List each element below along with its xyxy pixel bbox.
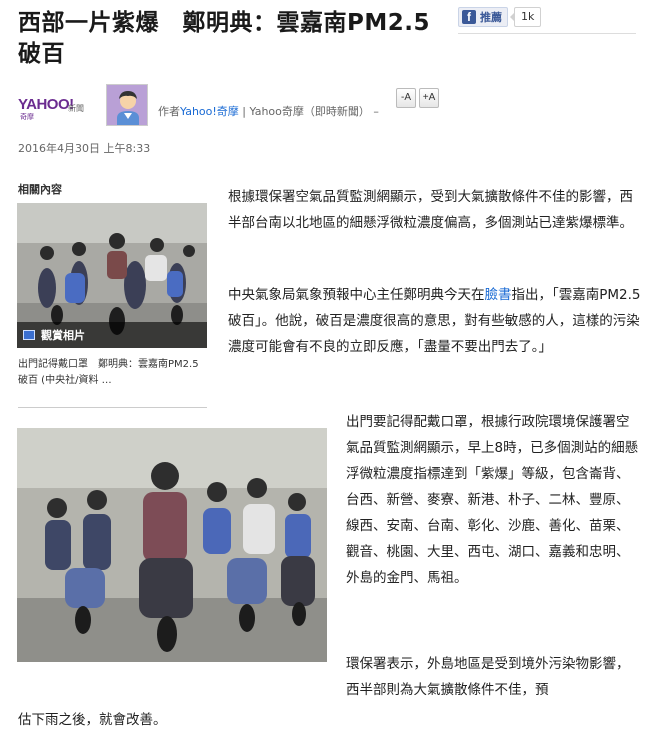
facebook-like-count: 1k [509, 7, 542, 27]
header-divider [458, 33, 636, 34]
facebook-like-widget: f 推薦 1k [458, 7, 542, 27]
yahoo-logo: YAHOO! [18, 96, 74, 113]
byline: YAHOO! 奇摩 新聞 作者Yahoo!奇摩 | Yahoo奇摩（即時新聞） … [18, 84, 638, 128]
article-paragraph-1: 根據環保署空氣品質監測網顯示，受到大氣擴散條件不佳的影響，西半部台南以北地區的細… [228, 189, 633, 231]
gallery-icon [23, 330, 35, 340]
facebook-like-label: 推薦 [480, 11, 502, 24]
related-photo[interactable]: 觀賞相片 [17, 203, 207, 348]
font-size-controls: -A +A [396, 88, 439, 108]
gallery-label: 觀賞相片 [41, 329, 85, 342]
related-heading: 相關內容 [18, 183, 62, 196]
publish-date: 2016年4月30日 上午8:33 [18, 142, 151, 155]
yahoo-news-label: 新聞 [68, 104, 84, 113]
facebook-icon: f [462, 10, 476, 24]
article-paragraph-3: 出門要記得配戴口罩，根據行政院環境保護署空氣品質監測網顯示，早上8時，已多個測站… [346, 414, 639, 586]
related-divider [18, 407, 207, 408]
facebook-like-button[interactable]: f 推薦 [458, 7, 508, 27]
article-paragraph-4-continued: 估下雨之後，就會改善。 [18, 712, 167, 728]
font-smaller-button[interactable]: -A [396, 88, 416, 108]
yahoo-logo-sub: 奇摩 [20, 113, 34, 121]
author-link[interactable]: Yahoo!奇摩 [180, 105, 239, 118]
author-source: | Yahoo奇摩（即時新聞） – [238, 105, 379, 118]
paragraph-2-text-a: 中央氣象局氣象預報中心主任鄭明典今天在 [228, 287, 485, 303]
article-paragraph-2: 中央氣象局氣象預報中心主任鄭明典今天在臉書指出，「雲嘉南PM2.5破百」。他說，… [228, 282, 644, 360]
related-caption[interactable]: 出門記得戴口罩 鄭明典：雲嘉南PM2.5破百 (中央社/資料 … [18, 357, 208, 389]
author-prefix: 作者 [158, 105, 180, 118]
article-photo [17, 428, 327, 662]
article-paragraph-4: 環保署表示，外島地區是受到境外污染物影響，西半部則為大氣擴散條件不佳，預 [346, 656, 630, 698]
font-larger-button[interactable]: +A [419, 88, 439, 108]
facebook-link[interactable]: 臉書 [485, 287, 512, 303]
author-line: 作者Yahoo!奇摩 | Yahoo奇摩（即時新聞） – [158, 103, 379, 119]
author-avatar [106, 84, 148, 126]
article-title: 西部一片紫爆 鄭明典：雲嘉南PM2.5破百 [18, 10, 430, 67]
gallery-bar: 觀賞相片 [17, 322, 207, 348]
